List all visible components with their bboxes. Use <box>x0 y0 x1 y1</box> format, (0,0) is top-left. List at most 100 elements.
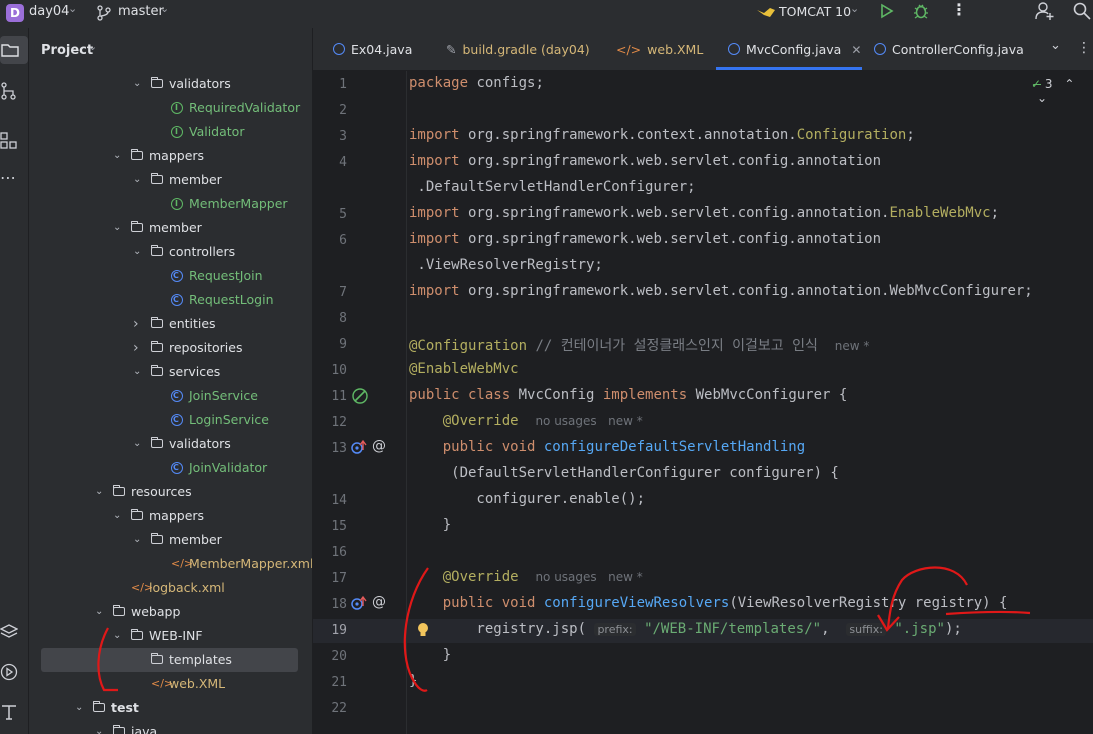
chevron-down-icon[interactable]: ⌄ <box>95 600 103 624</box>
code-line[interactable]: configurer.enable(); <box>409 491 645 507</box>
tab-mvcconfig-java[interactable]: MvcConfig.java ✕ <box>716 28 862 70</box>
code-line[interactable]: } <box>409 517 451 533</box>
tree-item[interactable]: JoinValidator <box>29 456 302 480</box>
code-line[interactable]: @EnableWebMvc <box>409 361 519 377</box>
tree-item[interactable]: ⌄ java <box>29 720 302 734</box>
code-line[interactable]: import org.springframework.web.servlet.c… <box>409 283 1033 299</box>
tab-controllerconfig-java[interactable]: ControllerConfig.java <box>874 28 1024 70</box>
code-line[interactable]: .DefaultServletHandlerConfigurer; <box>409 179 695 195</box>
code-line[interactable]: public void configureViewResolvers(ViewR… <box>409 595 1008 611</box>
code-line[interactable]: .ViewResolverRegistry; <box>409 257 602 273</box>
code-line[interactable]: } <box>409 673 417 689</box>
chevron-down-icon[interactable]: ⌄ <box>133 528 141 552</box>
chevron-down-icon[interactable]: ⌄ <box>133 72 141 96</box>
run-icon[interactable] <box>880 3 894 19</box>
chevron-down-icon[interactable]: ⌄ <box>95 720 103 734</box>
code-line[interactable]: @Override no usages new * <box>409 569 643 585</box>
code-line[interactable]: } <box>409 647 451 663</box>
chevron-down-icon[interactable]: ⌄ <box>850 2 859 15</box>
folder-icon[interactable] <box>1 42 19 58</box>
tab-web-xml[interactable]: </> web.XML <box>616 28 703 70</box>
layers-icon[interactable] <box>0 623 18 641</box>
chevron-down-icon[interactable]: ⌄ <box>133 432 141 456</box>
tree-item[interactable]: JoinService <box>29 384 302 408</box>
tree-item[interactable]: Validator <box>29 120 302 144</box>
debug-icon[interactable] <box>913 2 929 20</box>
search-icon[interactable] <box>1073 2 1091 20</box>
code-line[interactable]: @Override no usages new * <box>409 413 643 429</box>
more-icon[interactable]: ⋯ <box>0 168 16 187</box>
chevron-down-icon[interactable]: ⌄ <box>68 2 77 15</box>
terminal-icon[interactable] <box>0 703 18 721</box>
code-line[interactable]: registry.jsp( prefix: "/WEB-INF/template… <box>409 621 961 637</box>
lightbulb-icon[interactable] <box>417 622 429 638</box>
structure-icon[interactable] <box>0 82 18 100</box>
code-editor[interactable]: ✓̶ 3 ⌃ ⌄ 1 package configs; 2 3 import org.s… <box>313 71 1093 734</box>
chevron-down-icon[interactable]: ⌄ <box>160 2 169 15</box>
code-line[interactable]: package configs; <box>409 75 544 91</box>
code-line[interactable]: import org.springframework.context.annot… <box>409 127 915 143</box>
chevron-down-icon[interactable]: ⌄ <box>113 216 121 240</box>
tree-item[interactable]: MemberMapper <box>29 192 302 216</box>
chevron-down-icon[interactable]: ⌄ <box>133 168 141 192</box>
plugins-icon[interactable] <box>0 132 18 150</box>
tree-item[interactable]: RequiredValidator <box>29 96 302 120</box>
code-line[interactable]: public class MvcConfig implements WebMvc… <box>409 387 847 403</box>
code-line[interactable]: import org.springframework.web.servlet.c… <box>409 205 999 221</box>
tree-item[interactable]: ⌄ WEB-INF <box>29 624 302 648</box>
tree-item[interactable]: ⌄ validators <box>29 432 302 456</box>
tree-item[interactable]: ⌄ controllers <box>29 240 302 264</box>
tree-item[interactable]: RequestLogin <box>29 288 302 312</box>
project-name[interactable]: day04 <box>29 4 69 19</box>
tree-item[interactable]: ⌄ test <box>29 696 302 720</box>
chevron-down-icon[interactable]: ⌄ <box>113 144 121 168</box>
branch-icon[interactable] <box>97 5 111 21</box>
at-sign-icon[interactable]: @ <box>372 438 386 454</box>
chevron-right-icon[interactable]: › <box>133 312 139 336</box>
tree-item[interactable]: ⌄ mappers <box>29 504 302 528</box>
tree-item[interactable]: ⌄ services <box>29 360 302 384</box>
tree-item[interactable]: ⌄ member <box>29 528 302 552</box>
tree-item[interactable]: › entities <box>29 312 302 336</box>
tree-item[interactable]: ⌄ member <box>29 168 302 192</box>
chevron-down-icon[interactable]: ⌄ <box>88 40 97 53</box>
tree-item[interactable]: ⌄ mappers <box>29 144 302 168</box>
chevron-right-icon[interactable]: › <box>133 336 139 360</box>
spring-bean-icon[interactable] <box>351 387 369 405</box>
branch-name[interactable]: master <box>118 4 164 19</box>
at-sign-icon[interactable]: @ <box>372 594 386 610</box>
tree-item[interactable]: </> logback.xml <box>29 576 302 600</box>
close-icon[interactable]: ✕ <box>851 43 861 57</box>
run-config-name[interactable]: TOMCAT 10 <box>779 4 851 19</box>
chevron-down-icon[interactable]: ⌄ <box>75 696 83 720</box>
override-method-icon[interactable] <box>351 439 369 455</box>
chevron-down-icon[interactable]: ⌄ <box>1050 38 1061 53</box>
tree-item[interactable]: ⌄ validators <box>29 72 302 96</box>
code-line[interactable]: (DefaultServletHandlerConfigurer configu… <box>409 465 839 481</box>
tree-item[interactable]: RequestJoin <box>29 264 302 288</box>
tree-item[interactable]: templates <box>41 648 298 672</box>
tree-item[interactable]: </> MemberMapper.xml <box>29 552 312 576</box>
chevron-up-icon[interactable]: ⌃ <box>1064 77 1074 91</box>
chevron-down-icon[interactable]: ⌄ <box>1037 91 1047 105</box>
code-line[interactable]: public void configureDefaultServletHandl… <box>409 439 805 455</box>
run-services-icon[interactable] <box>0 663 18 681</box>
tab-ex04-java[interactable]: Ex04.java <box>333 28 412 70</box>
code-line[interactable]: @Configuration // 컨테이너가 설정클래스인지 이걸보고 인식 … <box>409 335 869 355</box>
tree-item[interactable]: ⌄ webapp <box>29 600 302 624</box>
chevron-down-icon[interactable]: ⌄ <box>113 504 121 528</box>
tab-build-gradle[interactable]: ✎ build.gradle (day04) <box>446 28 590 70</box>
tree-item[interactable]: ⌄ resources <box>29 480 302 504</box>
tree-item[interactable]: </> web.XML <box>29 672 302 696</box>
code-line[interactable]: import org.springframework.web.servlet.c… <box>409 231 881 247</box>
project-panel-title[interactable]: Project <box>41 43 93 58</box>
chevron-down-icon[interactable]: ⌄ <box>133 360 141 384</box>
tree-item[interactable]: LoginService <box>29 408 302 432</box>
project-badge[interactable]: D <box>6 4 24 22</box>
tree-item[interactable]: › repositories <box>29 336 302 360</box>
chevron-down-icon[interactable]: ⌄ <box>113 624 121 648</box>
code-line[interactable]: import org.springframework.web.servlet.c… <box>409 153 881 169</box>
tree-item[interactable]: ⌄ member <box>29 216 302 240</box>
more-actions-icon[interactable]: ⋮ <box>951 0 967 19</box>
more-tabs-icon[interactable]: ⋮ <box>1077 40 1091 56</box>
